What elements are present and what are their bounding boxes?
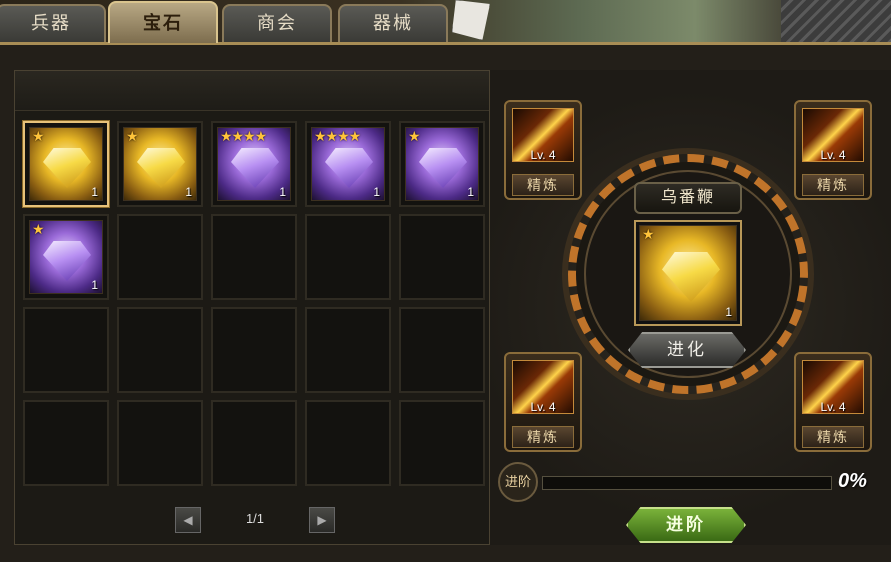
inventory-slot[interactable] xyxy=(211,214,297,300)
refine-button[interactable]: 精炼 xyxy=(802,426,864,448)
inventory-slot[interactable] xyxy=(211,400,297,486)
inventory-slot[interactable] xyxy=(305,400,391,486)
weapon-level: Lv. 4 xyxy=(530,400,556,414)
purple-gem-item: ★ 1 xyxy=(405,127,479,201)
item-count: 1 xyxy=(279,185,286,199)
inventory-header xyxy=(15,71,489,111)
weapon-slot-top-left[interactable]: Lv. 4 精炼 xyxy=(504,100,582,200)
inventory-slot[interactable]: ★ 1 xyxy=(399,121,485,207)
item-count: 1 xyxy=(467,185,474,199)
inventory-slot[interactable] xyxy=(117,214,203,300)
inventory-slot[interactable] xyxy=(399,400,485,486)
purple-gem-icon xyxy=(43,241,91,281)
gold-gem-item: ★ 1 xyxy=(639,225,737,321)
inventory-grid: ★ 1 ★ 1 ★★★★ 1 ★★★★ 1 ★ 1 ★ 1 xyxy=(23,121,485,486)
page-indicator: 1/1 xyxy=(245,511,265,526)
star-rating: ★ xyxy=(32,128,45,144)
weapon-level: Lv. 4 xyxy=(530,148,556,162)
star-rating: ★ xyxy=(126,128,139,144)
purple-gem-icon xyxy=(325,148,373,188)
advance-progress-percent: 0% xyxy=(838,470,867,492)
purple-gem-icon xyxy=(231,148,279,188)
advance-progress: 进阶 0% xyxy=(498,462,884,502)
star-rating: ★★★★ xyxy=(220,128,267,144)
evolve-button[interactable]: 进化 xyxy=(628,332,746,368)
advance-progress-bar xyxy=(542,476,832,490)
pager: ◀ 1/1 ▶ xyxy=(175,507,335,535)
refine-button[interactable]: 精炼 xyxy=(512,174,574,196)
weapon-slot-top-right[interactable]: Lv. 4 精炼 xyxy=(794,100,872,200)
gold-gem-icon xyxy=(137,148,185,188)
inventory-slot[interactable] xyxy=(399,214,485,300)
purple-gem-item: ★★★★ 1 xyxy=(311,127,385,201)
inventory-slot[interactable]: ★ 1 xyxy=(117,121,203,207)
weapon-slot-bottom-right[interactable]: Lv. 4 精炼 xyxy=(794,352,872,452)
purple-gem-icon xyxy=(419,148,467,188)
inventory-slot[interactable] xyxy=(117,307,203,393)
purple-gem-item: ★★★★ 1 xyxy=(217,127,291,201)
inventory-panel: ★ 1 ★ 1 ★★★★ 1 ★★★★ 1 ★ 1 ★ 1 ◀ 1/1 ▶ xyxy=(14,70,490,545)
item-count: 1 xyxy=(185,185,192,199)
gold-gem-item: ★ 1 xyxy=(123,127,197,201)
inventory-slot[interactable] xyxy=(211,307,297,393)
star-rating: ★★★★ xyxy=(314,128,361,144)
tab-weapons[interactable]: 兵器 xyxy=(0,4,106,42)
star-rating: ★ xyxy=(642,226,655,242)
tab-guild[interactable]: 商会 xyxy=(222,4,332,42)
refine-button[interactable]: 精炼 xyxy=(512,426,574,448)
next-page-button[interactable]: ▶ xyxy=(309,507,335,533)
flag-icon xyxy=(452,0,490,40)
refine-button[interactable]: 精炼 xyxy=(802,174,864,196)
gold-gem-item: ★ 1 xyxy=(29,127,103,201)
purple-gem-item: ★ 1 xyxy=(29,220,103,294)
weapon-slot-bottom-left[interactable]: Lv. 4 精炼 xyxy=(504,352,582,452)
inventory-slot[interactable]: ★ 1 xyxy=(23,214,109,300)
advance-button[interactable]: 进阶 xyxy=(626,507,746,543)
star-rating: ★ xyxy=(32,221,45,237)
item-count: 1 xyxy=(91,278,98,292)
roof-decoration xyxy=(781,0,891,44)
inventory-slot[interactable] xyxy=(23,307,109,393)
item-count: 1 xyxy=(91,185,98,199)
tab-machinery[interactable]: 器械 xyxy=(338,4,448,42)
gold-gem-icon xyxy=(662,252,720,302)
inventory-slot[interactable] xyxy=(305,307,391,393)
inventory-slot[interactable] xyxy=(23,400,109,486)
item-name-plate: 乌番鞭 xyxy=(634,182,742,214)
prev-page-button[interactable]: ◀ xyxy=(175,507,201,533)
inventory-slot[interactable] xyxy=(117,400,203,486)
item-count: 1 xyxy=(725,305,732,319)
inventory-slot[interactable] xyxy=(305,214,391,300)
inventory-slot[interactable] xyxy=(399,307,485,393)
weapon-level: Lv. 4 xyxy=(820,148,846,162)
tab-gems[interactable]: 宝石 xyxy=(108,1,218,43)
inventory-slot[interactable]: ★★★★ 1 xyxy=(305,121,391,207)
item-count: 1 xyxy=(373,185,380,199)
inventory-slot[interactable]: ★★★★ 1 xyxy=(211,121,297,207)
advance-progress-label: 进阶 xyxy=(498,462,538,502)
gold-gem-icon xyxy=(43,148,91,188)
upgrade-panel: Lv. 4 精炼 Lv. 4 精炼 Lv. 4 精炼 Lv. 4 精炼 乌番鞭 … xyxy=(490,70,891,545)
inventory-slot[interactable]: ★ 1 xyxy=(23,121,109,207)
star-rating: ★ xyxy=(408,128,421,144)
weapon-level: Lv. 4 xyxy=(820,400,846,414)
center-item-slot[interactable]: ★ 1 xyxy=(634,220,742,326)
